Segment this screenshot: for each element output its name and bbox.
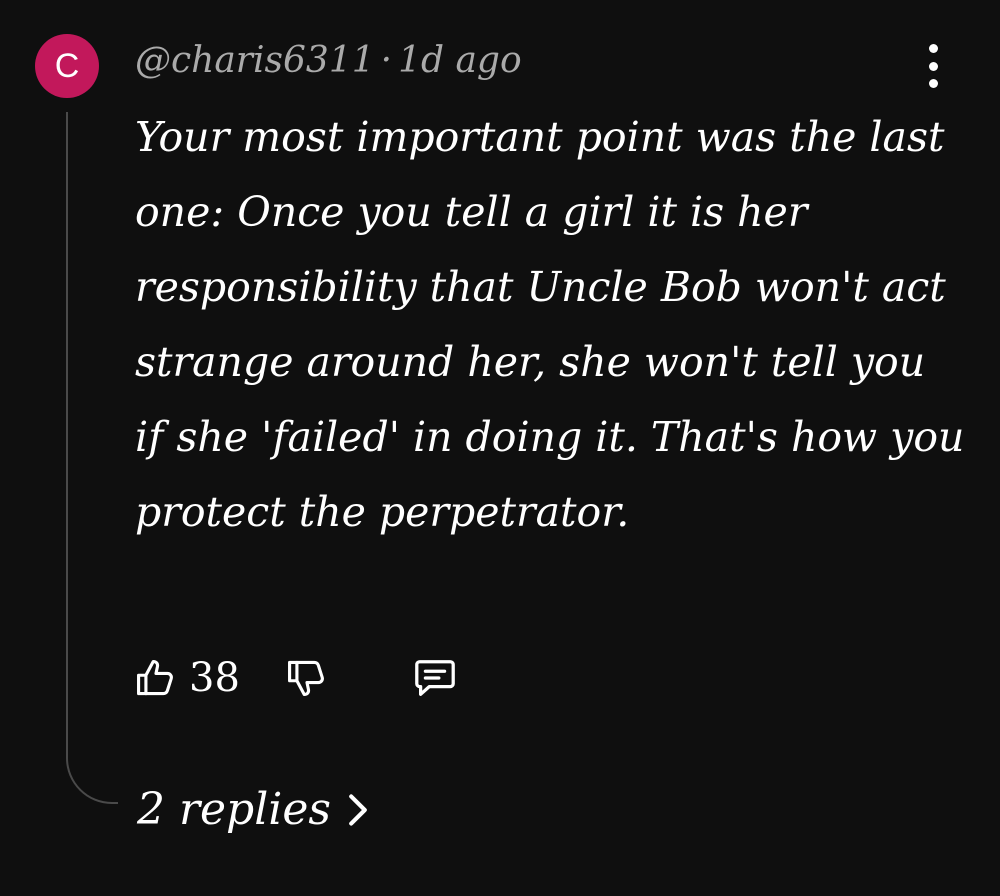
like-count: 38 (189, 655, 240, 701)
comment-text: Your most important point was the last o… (135, 113, 965, 536)
avatar-letter: C (54, 46, 80, 85)
comment-actions: 38 (133, 652, 458, 704)
comment-timestamp: 1d ago (398, 40, 522, 81)
author-handle[interactable]: @charis6311 (135, 40, 375, 81)
more-vert-icon[interactable] (918, 44, 948, 88)
thumbs-down-icon (287, 660, 324, 697)
meta-separator: · (380, 40, 393, 81)
like-button[interactable] (133, 654, 179, 702)
reply-button[interactable] (412, 654, 458, 702)
comment-meta: @charis6311 · 1d ago (135, 40, 522, 81)
avatar[interactable]: C (35, 34, 99, 98)
comment-icon (415, 660, 455, 696)
thumbs-up-icon (137, 659, 173, 696)
view-replies-button[interactable]: 2 replies (137, 784, 369, 835)
dislike-button[interactable] (284, 654, 330, 702)
thread-line (66, 112, 118, 804)
chevron-right-icon (349, 793, 367, 826)
replies-label: 2 replies (137, 784, 331, 835)
